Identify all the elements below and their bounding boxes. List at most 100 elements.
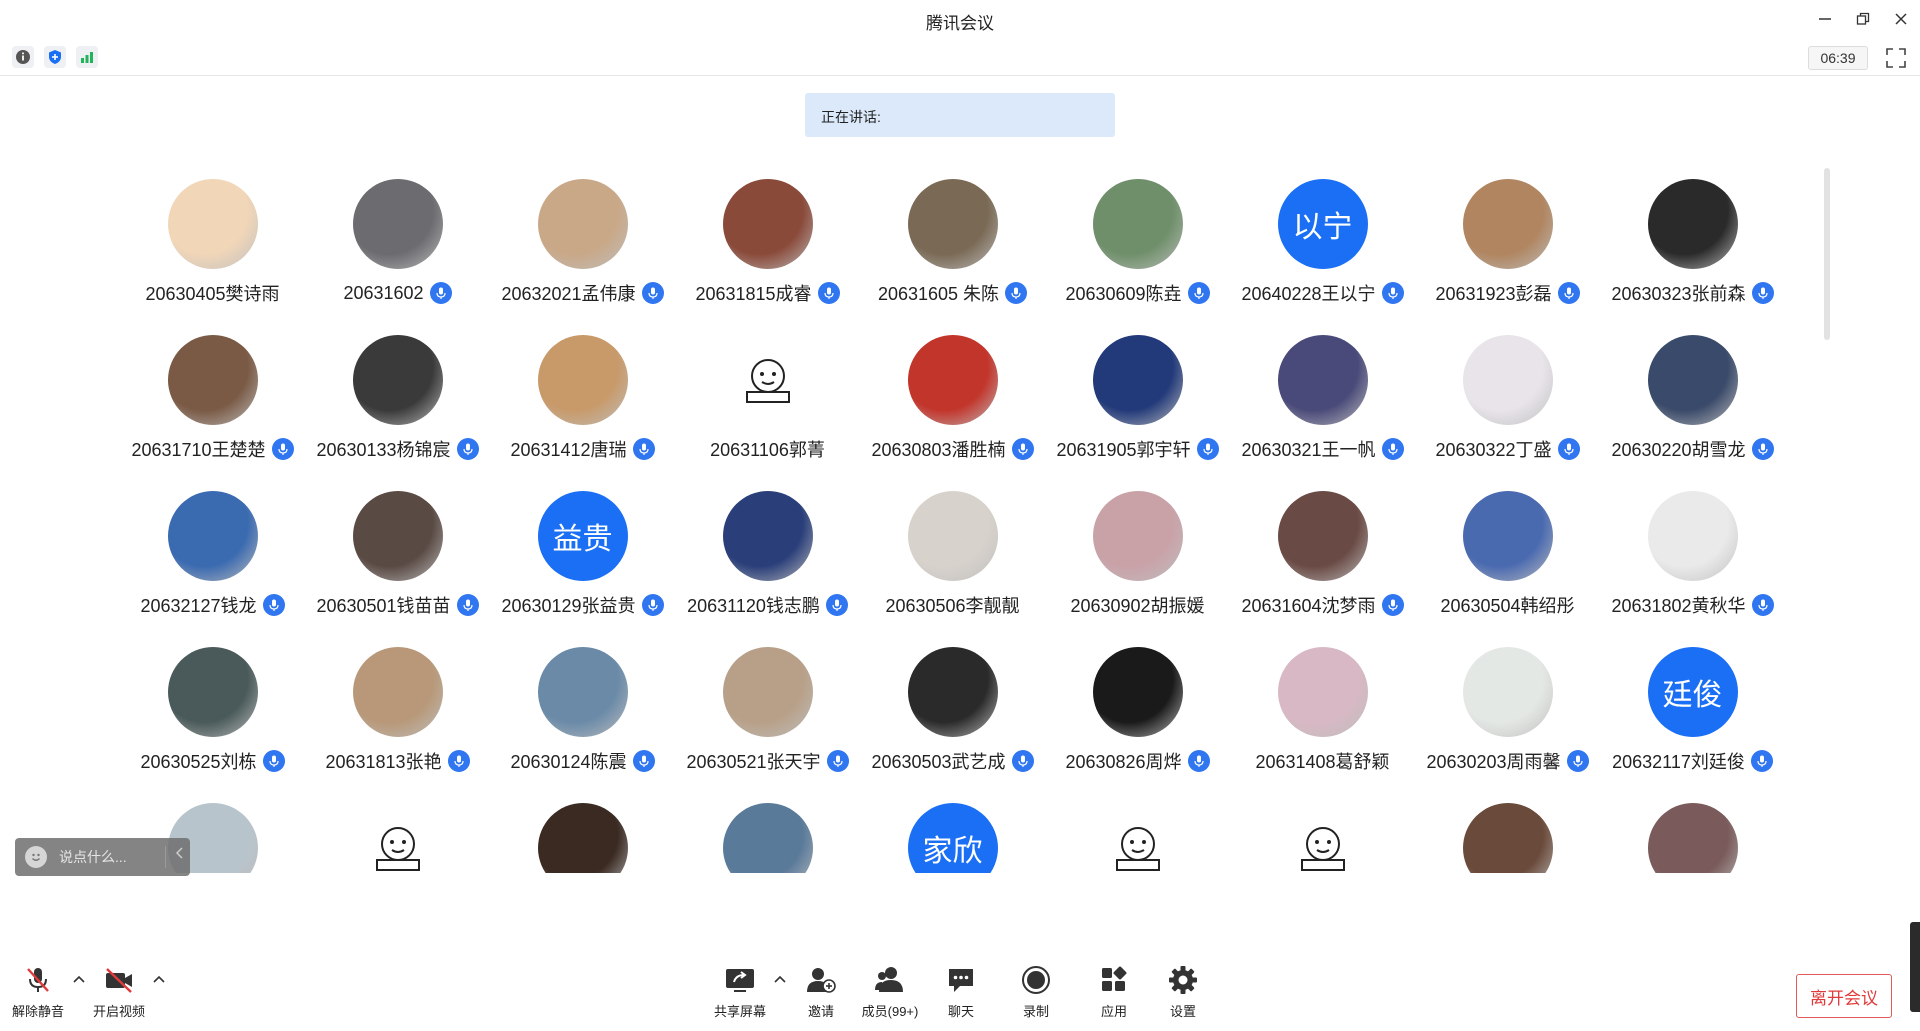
participant-name-row: 20631813张艳 <box>325 749 470 773</box>
record-button[interactable]: 录制 <box>1001 964 1071 1020</box>
avatar <box>352 335 443 425</box>
avatar <box>907 491 998 581</box>
participant-tile[interactable]: 20630322丁盛 <box>1415 326 1600 482</box>
share-options-button[interactable] <box>773 972 787 986</box>
participant-tile[interactable]: 20630501钱苗苗 <box>305 482 490 638</box>
participant-tile[interactable]: 20630133杨锦宸 <box>305 326 490 482</box>
participant-tile[interactable] <box>675 794 860 873</box>
participant-name-row: 20630826周烨 <box>1065 749 1210 773</box>
participant-tile[interactable] <box>1415 794 1600 873</box>
participant-tile[interactable] <box>305 794 490 873</box>
avatar-initials: 家欣 <box>907 803 998 873</box>
participant-tile[interactable]: 20631412唐瑞 <box>490 326 675 482</box>
close-button[interactable] <box>1882 0 1920 38</box>
participant-tile[interactable]: 20631604沈梦雨 <box>1230 482 1415 638</box>
gallery-scrollbar[interactable] <box>1824 168 1830 340</box>
participant-name-row: 20632117刘廷俊 <box>1612 749 1773 773</box>
apps-button[interactable]: 应用 <box>1079 964 1149 1020</box>
participant-tile[interactable]: 20632127钱龙 <box>120 482 305 638</box>
participant-tile[interactable]: 20631106郭菁 <box>675 326 860 482</box>
members-button[interactable]: 成员(99+) <box>855 964 925 1020</box>
participant-tile[interactable]: 20631408葛舒颖 <box>1230 638 1415 794</box>
participant-tile[interactable]: 以宁 20640228王以宁 <box>1230 170 1415 326</box>
participant-tile[interactable]: 20631813张艳 <box>305 638 490 794</box>
participant-tile[interactable]: 20631802黄秋华 <box>1600 482 1785 638</box>
participant-tile[interactable]: 20630405樊诗雨 <box>120 170 305 326</box>
participant-tile[interactable]: 20631120钱志鹏 <box>675 482 860 638</box>
chat-button[interactable]: 聊天 <box>926 964 996 1020</box>
mic-status-icon <box>1381 438 1404 460</box>
participant-tile[interactable]: 20630503武艺成 <box>860 638 1045 794</box>
participant-tile[interactable]: 20630506李靓靓 <box>860 482 1045 638</box>
participant-tile[interactable]: 20630220胡雪龙 <box>1600 326 1785 482</box>
participant-tile[interactable] <box>490 794 675 873</box>
participant-tile[interactable]: 20631602 <box>305 170 490 326</box>
avatar <box>167 179 258 269</box>
fullscreen-button[interactable] <box>1884 46 1908 70</box>
share-screen-label: 共享屏幕 <box>713 1004 766 1019</box>
avatar <box>1462 335 1553 425</box>
chat-collapse-button[interactable] <box>174 846 184 863</box>
mic-status-icon <box>1011 438 1034 460</box>
mic-status-icon <box>1751 282 1774 304</box>
participant-tile[interactable]: 廷俊 20632117刘廷俊 <box>1600 638 1785 794</box>
leave-meeting-button[interactable]: 离开会议 <box>1796 974 1892 1018</box>
participant-name: 20630124陈震 <box>510 752 627 772</box>
avatar <box>352 491 443 581</box>
side-panel-handle[interactable] <box>1910 922 1920 1012</box>
participant-name: 20630129张益贵 <box>501 596 636 616</box>
meeting-info-button[interactable] <box>12 46 34 68</box>
participant-tile[interactable]: 20630521张天宇 <box>675 638 860 794</box>
unmute-button[interactable]: 解除静音 <box>3 964 73 1020</box>
participant-tile[interactable]: 20630504韩绍彤 <box>1415 482 1600 638</box>
chevron-up-icon <box>153 975 165 983</box>
chat-bubble-icon <box>949 969 973 992</box>
participant-tile[interactable]: 益贵 20630129张益贵 <box>490 482 675 638</box>
shield-icon <box>49 50 61 64</box>
info-icon <box>16 50 30 64</box>
security-button[interactable] <box>44 46 66 68</box>
avatar <box>537 647 628 737</box>
restore-button[interactable] <box>1844 0 1882 38</box>
participant-tile[interactable]: 20631710王楚楚 <box>120 326 305 482</box>
participant-name-row: 20631815成睿 <box>695 281 840 305</box>
participant-tile[interactable]: 20631905郭宇轩 <box>1045 326 1230 482</box>
meeting-info-bar: 06:39 <box>0 38 1920 76</box>
minimize-button[interactable] <box>1806 0 1844 38</box>
start-video-button[interactable]: 开启视频 <box>84 964 154 1020</box>
participant-tile[interactable] <box>1045 794 1230 873</box>
sticker-icon <box>1115 827 1160 871</box>
participant-name: 20630203周雨馨 <box>1426 752 1561 772</box>
participant-tile[interactable]: 20630323张前森 <box>1600 170 1785 326</box>
mic-status-icon <box>641 594 664 616</box>
avatar <box>1092 335 1183 425</box>
participant-tile[interactable]: 20630203周雨馨 <box>1415 638 1600 794</box>
participant-tile[interactable]: 20632021孟伟康 <box>490 170 675 326</box>
participant-name: 20630504韩绍彤 <box>1440 596 1575 616</box>
window-title: 腾讯会议 <box>926 14 994 33</box>
video-options-button[interactable] <box>152 972 166 986</box>
settings-button[interactable]: 设置 <box>1148 964 1218 1020</box>
participant-tile[interactable]: 20630902胡振媛 <box>1045 482 1230 638</box>
emoji-button[interactable] <box>25 846 47 868</box>
participant-tile[interactable]: 20630826周烨 <box>1045 638 1230 794</box>
participant-tile[interactable]: 家欣 <box>860 794 1045 873</box>
participant-tile[interactable] <box>1600 794 1785 873</box>
network-status-button[interactable] <box>76 46 98 68</box>
participant-tile[interactable]: 20630124陈震 <box>490 638 675 794</box>
participant-tile[interactable]: 20631605 朱陈 <box>860 170 1045 326</box>
avatar <box>1462 647 1553 737</box>
participant-tile[interactable]: 20631815成睿 <box>675 170 860 326</box>
participant-tile[interactable]: 20631923彭磊 <box>1415 170 1600 326</box>
share-screen-button[interactable]: 共享屏幕 <box>705 964 775 1020</box>
unmute-label: 解除静音 <box>11 1004 64 1019</box>
chat-quick-input[interactable]: 说点什么... <box>15 838 190 876</box>
participant-tile[interactable]: 20630609陈垚 <box>1045 170 1230 326</box>
participant-tile[interactable]: 20630321王一帆 <box>1230 326 1415 482</box>
participant-name: 20632021孟伟康 <box>501 284 636 304</box>
invite-button[interactable]: 邀请 <box>786 964 856 1020</box>
participant-tile[interactable]: 20630525刘栋 <box>120 638 305 794</box>
participant-tile[interactable]: 20630803潘胜楠 <box>860 326 1045 482</box>
participant-tile[interactable] <box>1230 794 1415 873</box>
participant-name: 20630609陈垚 <box>1065 284 1182 304</box>
